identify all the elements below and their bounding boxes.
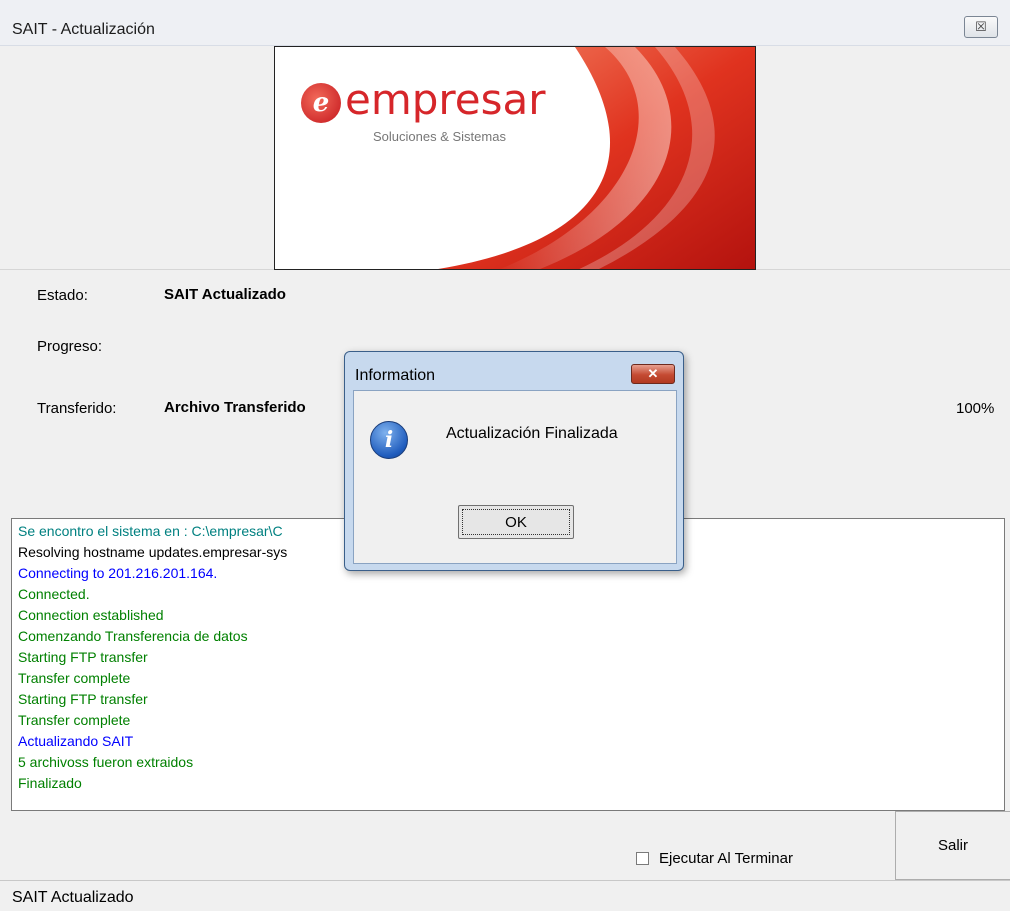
bottom-bar bbox=[0, 811, 1010, 880]
log-line: 5 archivoss fueron extraidos bbox=[18, 754, 194, 770]
dialog-body: i Actualización Finalizada OK bbox=[353, 390, 677, 564]
information-icon: i bbox=[370, 421, 408, 459]
window-title: SAIT - Actualización bbox=[12, 21, 155, 38]
estado-value: SAIT Actualizado bbox=[164, 286, 286, 303]
header-panel: e empresar Soluciones & Sistemas bbox=[0, 46, 1010, 270]
transferido-value: Archivo Transferido bbox=[164, 399, 306, 416]
close-icon: ✕ bbox=[647, 366, 659, 381]
log-line: Transfer complete bbox=[18, 670, 131, 686]
ejecutar-checkbox-label: Ejecutar Al Terminar bbox=[659, 850, 793, 867]
log-line: Starting FTP transfer bbox=[18, 649, 148, 665]
exit-button[interactable]: Salir bbox=[895, 811, 1010, 880]
window-close-button[interactable]: ☒ bbox=[964, 16, 998, 38]
progreso-label: Progreso: bbox=[37, 338, 103, 355]
dialog-title: Information bbox=[355, 367, 436, 384]
ok-button[interactable]: OK bbox=[458, 505, 574, 539]
status-bar: SAIT Actualizado bbox=[0, 880, 1010, 911]
company-banner: e empresar Soluciones & Sistemas bbox=[274, 46, 756, 270]
estado-label: Estado: bbox=[37, 287, 88, 304]
log-line: Connection established bbox=[18, 607, 164, 623]
close-icon: ☒ bbox=[975, 19, 987, 34]
transferido-label: Transferido: bbox=[37, 400, 117, 417]
company-logo-text: empresar bbox=[345, 75, 546, 124]
dialog-message: Actualización Finalizada bbox=[446, 425, 618, 442]
log-line: Actualizando SAIT bbox=[18, 733, 134, 749]
log-line: Comenzando Transferencia de datos bbox=[18, 628, 248, 644]
company-tagline: Soluciones & Sistemas bbox=[373, 129, 506, 144]
progress-percent: 100% bbox=[956, 400, 995, 417]
window-titlebar: SAIT - Actualización ☒ bbox=[0, 0, 1010, 46]
log-line: Starting FTP transfer bbox=[18, 691, 148, 707]
information-dialog: Information ✕ i Actualización Finalizada… bbox=[344, 351, 684, 571]
log-line: Connected. bbox=[18, 586, 90, 602]
dialog-close-button[interactable]: ✕ bbox=[631, 364, 675, 384]
empresar-logo-icon: e bbox=[301, 83, 341, 123]
status-bar-text: SAIT Actualizado bbox=[12, 889, 134, 906]
log-line: Transfer complete bbox=[18, 712, 131, 728]
ejecutar-checkbox-row[interactable]: Ejecutar Al Terminar bbox=[636, 850, 793, 867]
ejecutar-checkbox[interactable] bbox=[636, 852, 649, 865]
log-line: Finalizado bbox=[18, 775, 82, 791]
